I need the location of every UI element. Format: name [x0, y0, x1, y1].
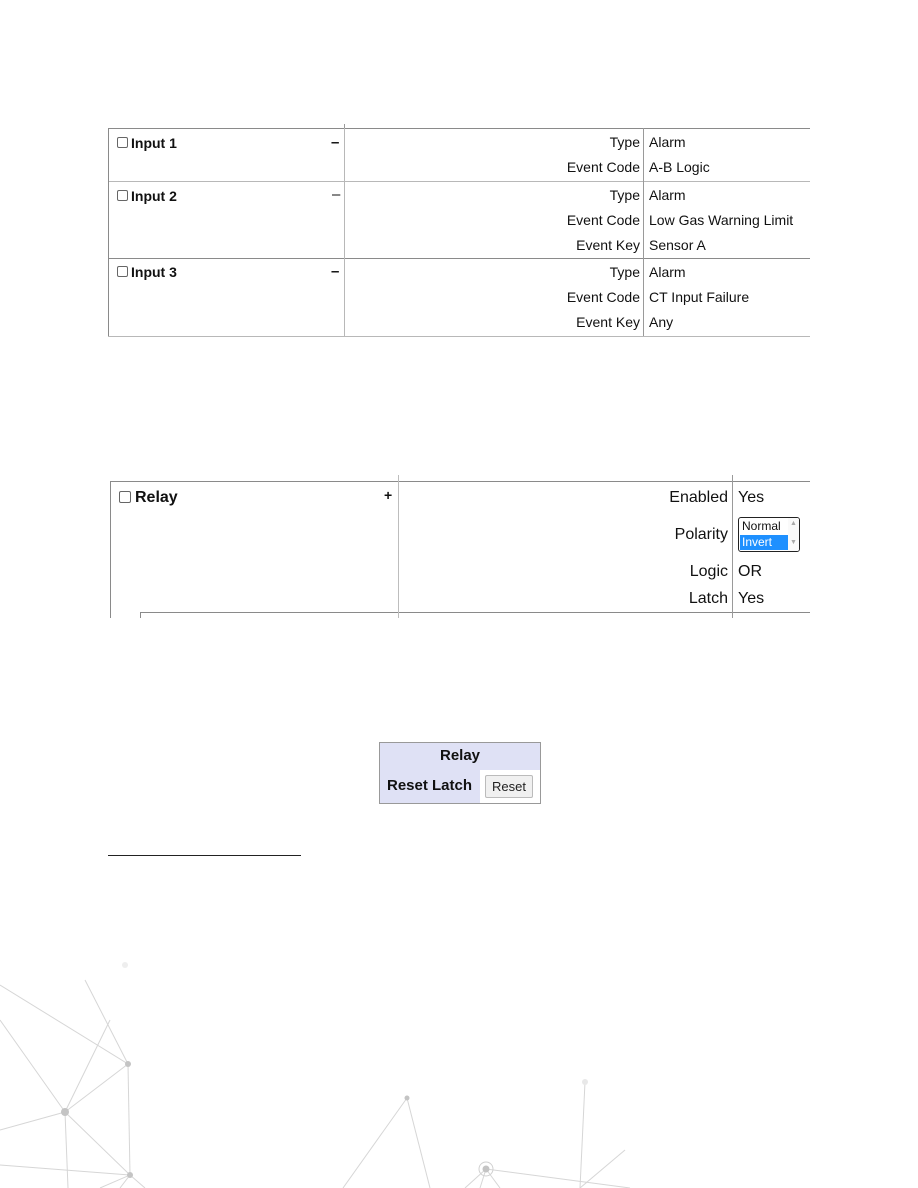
field-label: Type	[609, 264, 640, 280]
relay-title: Relay	[135, 489, 178, 506]
field-label: Event Code	[566, 212, 640, 228]
input-1-title: Input 1	[131, 135, 177, 151]
latch-label: Latch	[688, 590, 728, 607]
relay-table: Relay + Enabled Yes Polarity Normal Inve…	[110, 475, 810, 618]
input-row-2: Input 2 – Type Event Code Event Key Alar…	[108, 181, 810, 259]
table-bottom-border	[140, 612, 810, 613]
polarity-listbox[interactable]: Normal Invert ▲ ▼	[738, 517, 800, 552]
field-value: Alarm	[649, 264, 686, 280]
field-label: Event Key	[576, 314, 640, 330]
input-1-checkbox[interactable]	[117, 137, 128, 148]
reset-button[interactable]: Reset	[485, 775, 533, 798]
input-1-collapse-toggle[interactable]: –	[331, 134, 339, 151]
reset-latch-label: Reset Latch	[386, 777, 473, 794]
table-left-border	[110, 481, 111, 618]
relay-expand-toggle[interactable]: +	[384, 487, 392, 503]
input-3-checkbox[interactable]	[117, 266, 128, 277]
field-value: Low Gas Warning Limit	[649, 212, 794, 228]
column-divider	[732, 475, 733, 618]
scroll-up-arrow-icon[interactable]: ▲	[790, 520, 797, 527]
field-value: Alarm	[649, 134, 686, 150]
input-3-collapse-toggle[interactable]: –	[331, 263, 339, 280]
input-2-title: Input 2	[131, 188, 177, 204]
table-top-border	[110, 481, 810, 482]
enabled-label: Enabled	[669, 489, 728, 506]
field-label: Type	[609, 187, 640, 203]
field-value: Sensor A	[649, 237, 706, 253]
table-corner-tick	[140, 612, 141, 618]
relay-checkbox[interactable]	[119, 491, 131, 503]
logic-value: OR	[738, 563, 762, 580]
field-label: Type	[609, 134, 640, 150]
polarity-option-normal[interactable]: Normal	[740, 519, 789, 534]
column-divider	[398, 475, 399, 618]
field-label: Event Code	[566, 159, 640, 175]
scroll-down-arrow-icon[interactable]: ▼	[790, 539, 797, 546]
input-2-collapse-toggle[interactable]: –	[332, 186, 340, 203]
listbox-scrollbar[interactable]: ▲ ▼	[788, 518, 799, 551]
input-row-3: Input 3 – Type Event Code Event Key Alar…	[108, 258, 810, 337]
input-3-title: Input 3	[131, 264, 177, 280]
relay-reset-panel: Relay Reset Latch Reset	[379, 742, 541, 804]
input-row-1: Input 1 – Type Event Code Alarm A-B Logi…	[108, 128, 810, 182]
field-value: Any	[649, 314, 674, 330]
polarity-option-invert[interactable]: Invert	[740, 535, 789, 550]
field-value: Alarm	[649, 187, 686, 203]
field-value: CT Input Failure	[649, 289, 750, 305]
footnote-divider	[108, 855, 301, 856]
logic-label: Logic	[689, 563, 728, 580]
row-divider	[108, 336, 810, 337]
table-left-border	[108, 128, 109, 336]
latch-value: Yes	[738, 590, 765, 607]
reset-panel-header: Relay	[439, 747, 481, 764]
enabled-value: Yes	[738, 489, 765, 506]
input-2-checkbox[interactable]	[117, 190, 128, 201]
field-label: Event Key	[576, 237, 640, 253]
reset-button-cell: Reset	[480, 770, 540, 803]
field-value: A-B Logic	[649, 159, 710, 175]
field-label: Event Code	[566, 289, 640, 305]
polarity-label: Polarity	[674, 526, 728, 543]
